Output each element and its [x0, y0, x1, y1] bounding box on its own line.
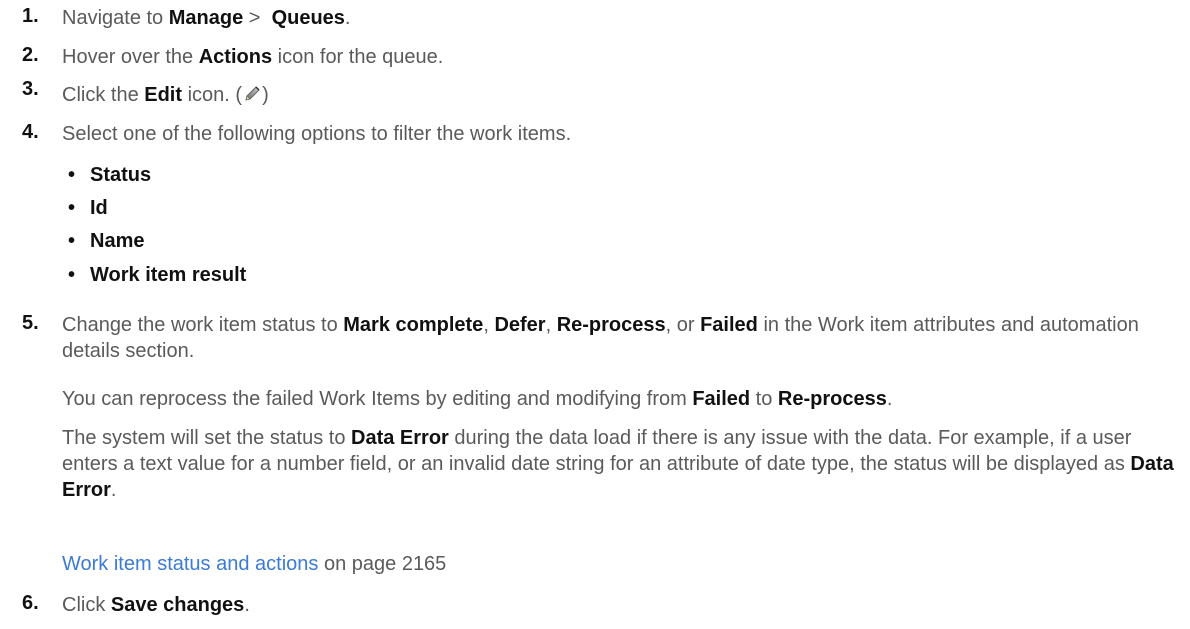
- step-text: Change the work item status to Mark comp…: [62, 312, 1176, 364]
- work-item-status-link[interactable]: Work item status and actions: [62, 553, 318, 575]
- option-status: Status: [90, 164, 152, 186]
- bullet-icon: •: [68, 264, 76, 286]
- text-run: ,: [483, 314, 495, 336]
- status-defer: Defer: [494, 314, 546, 336]
- ui-term-manage: Manage: [168, 7, 244, 29]
- text-run: .: [886, 388, 893, 410]
- step-number: 5.: [22, 312, 39, 334]
- text-run: ,: [545, 314, 557, 336]
- text-run: Hover over the: [62, 46, 199, 68]
- option-id: Id: [90, 197, 108, 219]
- bullet-icon: •: [68, 230, 76, 252]
- ui-term-actions: Actions: [198, 46, 273, 68]
- status-data-error: Data Error: [351, 427, 449, 449]
- step-text: Navigate to Manage > Queues.: [62, 5, 1176, 31]
- text-run: .: [244, 594, 250, 616]
- text-run: Click the: [62, 84, 145, 106]
- option-work-item-result: Work item result: [90, 264, 247, 286]
- page-reference: on page 2165: [318, 553, 447, 575]
- text-run: Click: [62, 594, 111, 616]
- data-error-note: The system will set the status to Data E…: [62, 425, 1178, 503]
- text-run: icon. (: [182, 84, 243, 106]
- text-run: >: [243, 7, 272, 29]
- text-run: ): [262, 84, 269, 106]
- status-mark-complete: Mark complete: [343, 314, 484, 336]
- pencil-edit-icon: [242, 84, 262, 104]
- text-run: The system will set the status to: [62, 427, 351, 449]
- text-run: .: [344, 7, 351, 29]
- step-text: Click Save changes.: [62, 592, 1176, 618]
- step-text: Click the Edit icon. (): [62, 82, 1176, 108]
- step-number: 4.: [22, 121, 39, 143]
- text-run: Change the work item status to: [62, 314, 344, 336]
- step-number: 3.: [22, 78, 39, 100]
- ui-term-queues: Queues: [271, 7, 345, 29]
- text-run: .: [110, 479, 117, 501]
- step-number: 1.: [22, 5, 39, 27]
- bullet-icon: •: [68, 164, 76, 186]
- reprocess-note: You can reprocess the failed Work Items …: [62, 386, 1178, 412]
- option-name: Name: [90, 230, 145, 252]
- step-number: 2.: [22, 44, 39, 66]
- text-run: to: [750, 388, 778, 410]
- ui-term-save-changes: Save changes: [110, 594, 245, 616]
- text-run: You can reprocess the failed Work Items …: [62, 388, 693, 410]
- step-text: Hover over the Actions icon for the queu…: [62, 44, 1176, 70]
- cross-reference: Work item status and actions on page 216…: [62, 551, 1178, 577]
- status-failed: Failed: [692, 388, 751, 410]
- status-failed: Failed: [700, 314, 758, 336]
- text-run: icon for the queue.: [272, 46, 444, 68]
- status-re-process: Re-process: [556, 314, 666, 336]
- document-page: 1. Navigate to Manage > Queues. 2. Hover…: [0, 0, 1190, 629]
- text-run: , or: [665, 314, 701, 336]
- status-re-process: Re-process: [777, 388, 887, 410]
- ui-term-edit: Edit: [144, 84, 183, 106]
- step-number: 6.: [22, 592, 39, 614]
- bullet-icon: •: [68, 197, 76, 219]
- step-text: Select one of the following options to f…: [62, 123, 572, 145]
- text-run: Navigate to: [62, 7, 169, 29]
